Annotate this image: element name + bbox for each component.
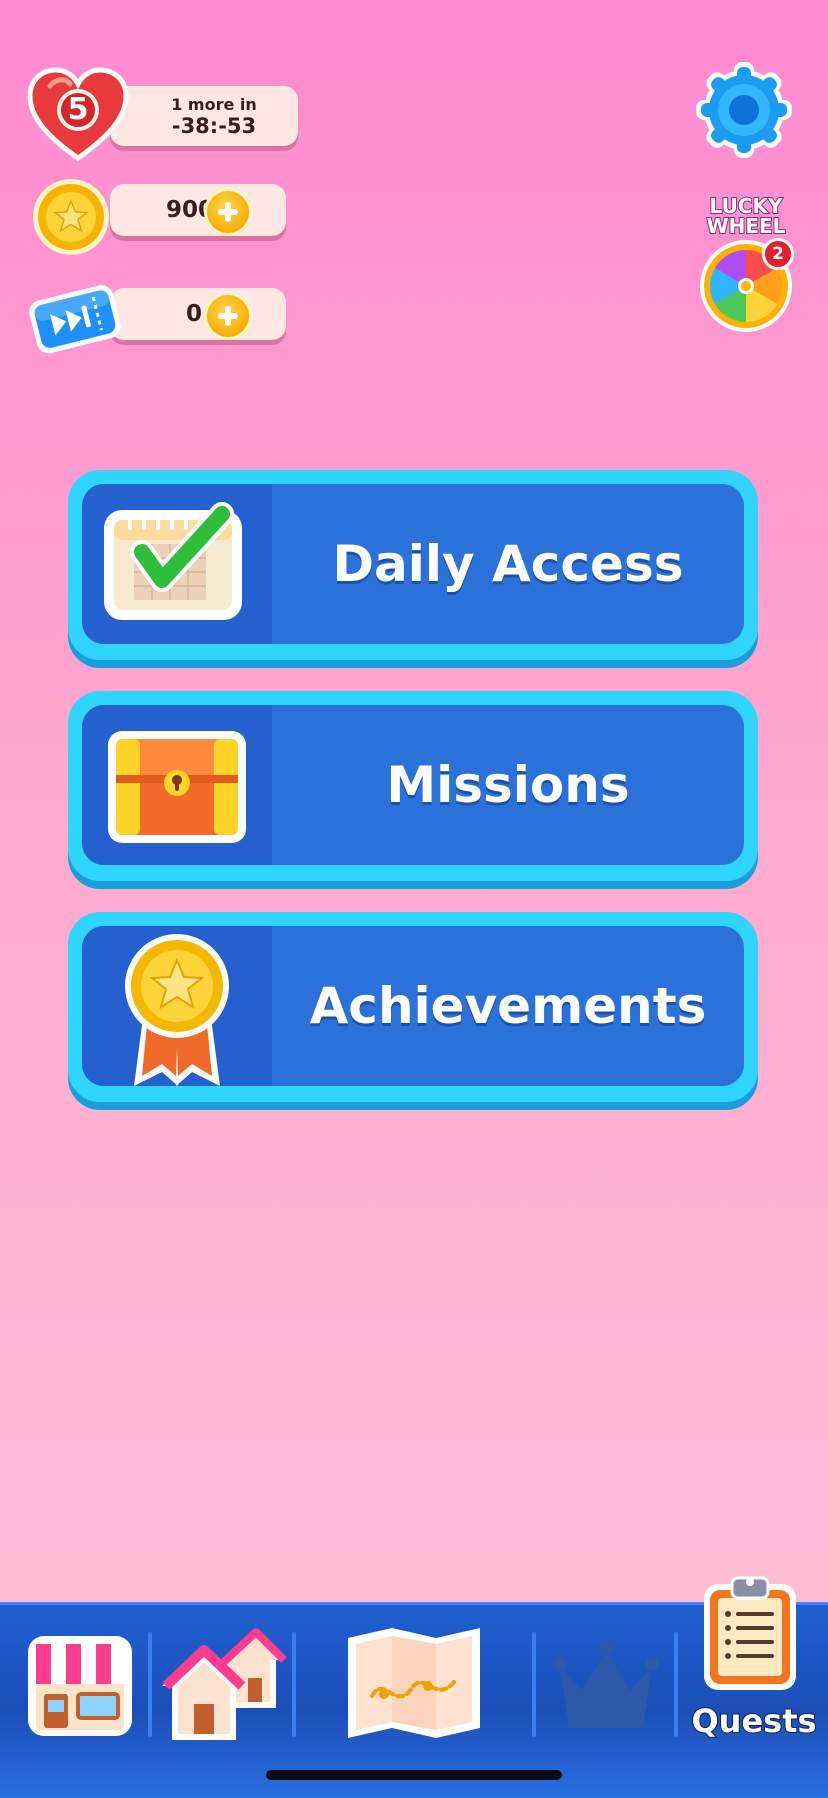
- tab-map[interactable]: [344, 1624, 484, 1742]
- daily-access-label: Daily Access: [332, 535, 684, 593]
- tab-divider: [674, 1632, 678, 1737]
- skips-pill: 0: [110, 288, 286, 340]
- medal-icon: [125, 934, 229, 1086]
- achievements-button[interactable]: Achievements: [68, 912, 758, 1102]
- tab-shop[interactable]: [24, 1630, 136, 1742]
- lucky-wheel-badge: 2: [762, 238, 794, 270]
- add-skips-button[interactable]: [204, 292, 252, 340]
- skips-value: 0: [186, 301, 203, 327]
- clipboard-icon: [704, 1576, 796, 1690]
- missions-button[interactable]: Missions: [68, 691, 758, 881]
- tab-quests[interactable]: Quests: [684, 1572, 824, 1748]
- plus-icon: [218, 306, 238, 326]
- calendar-check-icon: [104, 502, 242, 620]
- tab-divider: [148, 1632, 152, 1737]
- skip-ticket-icon: [26, 276, 126, 362]
- home-indicator: [266, 1770, 562, 1780]
- lives-timer-value: -38:-53: [171, 113, 257, 138]
- map-icon: [348, 1628, 480, 1738]
- lives-timer-label: 1 more in: [171, 94, 257, 114]
- achievements-label: Achievements: [309, 977, 707, 1035]
- lucky-wheel-title: LUCKY WHEEL: [706, 194, 787, 238]
- lives-timer-pill: 1 more in -38:-53: [110, 86, 298, 146]
- heart-icon: 5: [26, 66, 130, 162]
- lives-count: 5: [67, 92, 89, 127]
- tab-crown[interactable]: [552, 1638, 660, 1734]
- coins-pill: 900: [110, 184, 286, 236]
- coin-icon: [30, 176, 112, 258]
- plus-icon: [218, 202, 238, 222]
- gear-icon: [696, 62, 792, 158]
- add-coins-button[interactable]: [204, 188, 252, 236]
- houses-icon: [162, 1628, 287, 1740]
- daily-access-button[interactable]: Daily Access: [68, 470, 758, 660]
- shop-icon: [28, 1636, 132, 1736]
- crown-icon: [553, 1641, 659, 1728]
- tab-divider: [532, 1632, 536, 1737]
- lucky-wheel-button[interactable]: LUCKY WHEEL 2: [694, 194, 798, 334]
- tab-quests-label: Quests: [690, 1701, 817, 1741]
- tab-divider: [292, 1632, 296, 1737]
- treasure-chest-icon: [108, 731, 246, 843]
- missions-label: Missions: [386, 756, 630, 814]
- settings-button[interactable]: [694, 60, 794, 160]
- tab-houses[interactable]: [160, 1622, 287, 1744]
